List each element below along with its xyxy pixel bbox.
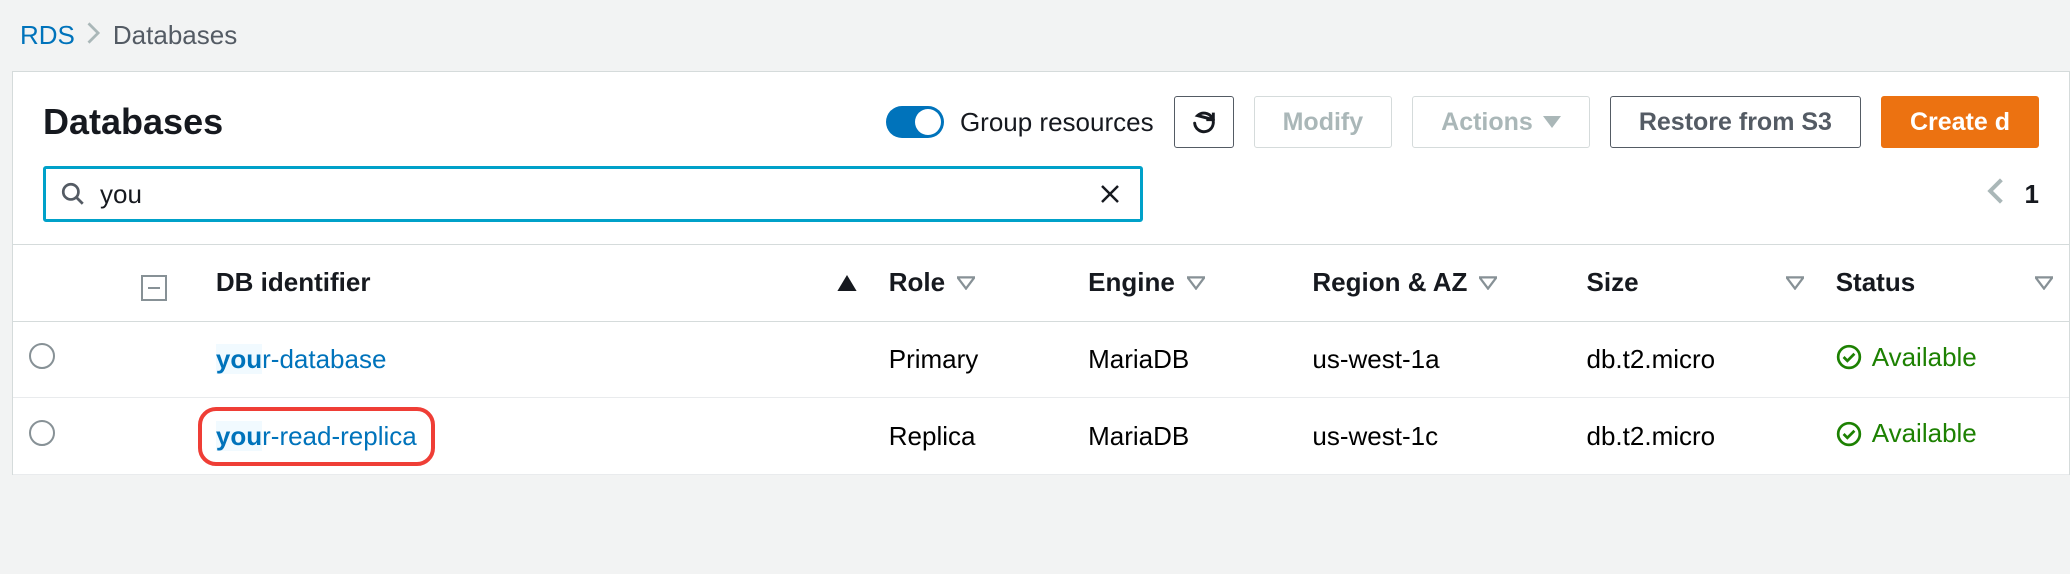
cell-engine: MariaDB bbox=[1072, 398, 1296, 475]
header-select bbox=[13, 245, 125, 322]
breadcrumb-current: Databases bbox=[113, 20, 237, 51]
sort-asc-icon bbox=[837, 275, 857, 291]
status-ok-icon bbox=[1836, 421, 1862, 447]
chevron-right-icon bbox=[87, 22, 101, 50]
table-row: your-database PrimaryMariaDBus-west-1adb.… bbox=[13, 321, 2069, 398]
cell-size: db.t2.micro bbox=[1571, 321, 1820, 398]
header-role[interactable]: Role bbox=[873, 245, 1072, 322]
search-row: 1 bbox=[13, 166, 2069, 244]
search-box[interactable] bbox=[43, 166, 1143, 222]
chevron-left-icon bbox=[1987, 178, 2003, 204]
cell-status: Available bbox=[1820, 321, 2069, 398]
paginator: 1 bbox=[1987, 178, 2039, 211]
actions-dropdown-button[interactable]: Actions bbox=[1412, 96, 1590, 148]
toggle-switch[interactable] bbox=[886, 106, 944, 138]
cell-size: db.t2.micro bbox=[1571, 398, 1820, 475]
refresh-icon bbox=[1190, 108, 1218, 136]
header-tree bbox=[125, 245, 200, 322]
cell-region: us-west-1c bbox=[1296, 398, 1570, 475]
breadcrumb: RDS Databases bbox=[0, 10, 2070, 71]
db-identifier-link[interactable]: your-read-replica bbox=[216, 421, 417, 451]
header-region[interactable]: Region & AZ bbox=[1296, 245, 1570, 322]
header-engine[interactable]: Engine bbox=[1072, 245, 1296, 322]
search-input[interactable] bbox=[100, 179, 1094, 210]
page-title: Databases bbox=[43, 101, 223, 143]
panel-header: Databases Group resources Modify Actions… bbox=[13, 72, 2069, 166]
sort-icon bbox=[1786, 276, 1804, 290]
databases-panel: Databases Group resources Modify Actions… bbox=[12, 71, 2070, 475]
clear-search-button[interactable] bbox=[1094, 178, 1126, 210]
sort-icon bbox=[957, 276, 975, 290]
cell-role: Replica bbox=[873, 398, 1072, 475]
toggle-label: Group resources bbox=[960, 107, 1154, 138]
close-icon bbox=[1098, 182, 1122, 206]
group-resources-toggle[interactable]: Group resources bbox=[886, 106, 1154, 138]
caret-down-icon bbox=[1543, 116, 1561, 128]
sort-icon bbox=[1187, 276, 1205, 290]
collapse-all-icon[interactable] bbox=[141, 275, 167, 301]
modify-button[interactable]: Modify bbox=[1254, 96, 1393, 148]
table-row: your-read-replica ReplicaMariaDBus-west-1… bbox=[13, 398, 2069, 475]
row-radio[interactable] bbox=[29, 420, 55, 446]
page-number: 1 bbox=[2025, 179, 2039, 210]
restore-from-s3-button[interactable]: Restore from S3 bbox=[1610, 96, 1861, 148]
cell-region: us-west-1a bbox=[1296, 321, 1570, 398]
breadcrumb-root-link[interactable]: RDS bbox=[20, 20, 75, 51]
sort-icon bbox=[2035, 276, 2053, 290]
sort-icon bbox=[1479, 276, 1497, 290]
search-icon bbox=[60, 181, 86, 207]
cell-role: Primary bbox=[873, 321, 1072, 398]
create-database-button[interactable]: Create d bbox=[1881, 96, 2039, 148]
cell-engine: MariaDB bbox=[1072, 321, 1296, 398]
refresh-button[interactable] bbox=[1174, 96, 1234, 148]
header-status[interactable]: Status bbox=[1820, 245, 2069, 322]
db-identifier-link[interactable]: your-database bbox=[216, 344, 387, 374]
row-radio[interactable] bbox=[29, 343, 55, 369]
prev-page-button[interactable] bbox=[1987, 178, 2003, 211]
cell-status: Available bbox=[1820, 398, 2069, 475]
header-size[interactable]: Size bbox=[1571, 245, 1820, 322]
header-db-identifier[interactable]: DB identifier bbox=[200, 245, 873, 322]
databases-table: DB identifier Role Engine bbox=[13, 244, 2069, 475]
status-ok-icon bbox=[1836, 344, 1862, 370]
